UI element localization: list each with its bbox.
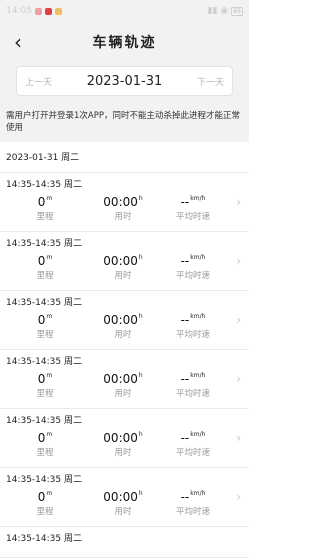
distance-unit: m bbox=[46, 431, 53, 438]
duration-value: 00:00 bbox=[103, 490, 138, 504]
speed-value: -- bbox=[180, 490, 190, 504]
trip-time: 14:35-14:35 周二 bbox=[6, 180, 82, 190]
distance-label: 里程 bbox=[36, 271, 54, 281]
trip-record[interactable]: 14:35-14:35 周二 0m 00:00h --km/h 里程 用时 平均… bbox=[0, 409, 249, 468]
distance-unit: m bbox=[46, 195, 53, 202]
duration-label: 用时 bbox=[114, 271, 132, 281]
duration-unit: h bbox=[138, 195, 143, 202]
date-nav-wrap: 上一天 2023-01-31 下一天 bbox=[0, 62, 249, 96]
trip-time: 14:35-14:35 周二 bbox=[6, 416, 82, 426]
distance-label: 里程 bbox=[36, 507, 54, 517]
duration-unit: h bbox=[138, 431, 143, 438]
distance-label: 里程 bbox=[36, 389, 54, 399]
back-chevron-icon[interactable]: ‹ bbox=[14, 30, 22, 54]
duration-label: 用时 bbox=[114, 389, 132, 399]
chevron-right-icon: › bbox=[236, 313, 241, 327]
duration-value: 00:00 bbox=[103, 313, 138, 327]
trip-record[interactable]: 14:35-14:35 周二 0m 00:00h --km/h 里程 用时 平均… bbox=[0, 173, 249, 232]
duration-value: 00:00 bbox=[103, 431, 138, 445]
notification-icon bbox=[34, 7, 42, 15]
trip-time: 14:35-14:35 周二 bbox=[6, 298, 82, 308]
distance-label: 里程 bbox=[36, 212, 54, 222]
usage-notice: 需用户打开并登录1次APP，同时不能主动杀掉此进程才能正常使用 bbox=[0, 96, 249, 142]
speed-value: -- bbox=[180, 372, 190, 386]
trip-record[interactable]: 14:35-14:35 周二 0m 00:00h --km/h 里程 用时 平均… bbox=[0, 291, 249, 350]
speed-unit: km/h bbox=[190, 195, 206, 202]
speed-unit: km/h bbox=[190, 313, 206, 320]
speed-label: 平均时速 bbox=[175, 507, 210, 517]
clock: 14:05 bbox=[6, 6, 32, 16]
duration-value: 00:00 bbox=[103, 372, 138, 386]
trip-time: 14:35-14:35 周二 bbox=[6, 357, 82, 367]
duration-unit: h bbox=[138, 372, 143, 379]
distance-unit: m bbox=[46, 490, 53, 497]
trip-record[interactable]: 14:35-14:35 周二 0m 00:00h --km/h 里程 用时 平均… bbox=[0, 350, 249, 409]
date-navigator: 上一天 2023-01-31 下一天 bbox=[16, 66, 233, 96]
duration-label: 用时 bbox=[114, 448, 132, 458]
chevron-right-icon: › bbox=[236, 195, 241, 209]
distance-unit: m bbox=[46, 372, 53, 379]
trip-time: 14:35-14:35 周二 bbox=[6, 239, 82, 249]
speed-value: -- bbox=[180, 195, 190, 209]
speed-unit: km/h bbox=[190, 431, 206, 438]
speed-value: -- bbox=[180, 254, 190, 268]
duration-value: 00:00 bbox=[103, 195, 138, 209]
speed-label: 平均时速 bbox=[175, 448, 210, 458]
app-header: ‹ 车辆轨迹 bbox=[0, 22, 249, 62]
speed-unit: km/h bbox=[190, 372, 206, 379]
speed-label: 平均时速 bbox=[175, 330, 210, 340]
distance-unit: m bbox=[46, 254, 53, 261]
duration-label: 用时 bbox=[114, 330, 132, 340]
distance-value: 0 bbox=[37, 313, 46, 327]
distance-value: 0 bbox=[37, 195, 46, 209]
app-icon bbox=[44, 7, 52, 15]
speed-unit: km/h bbox=[190, 490, 206, 497]
trip-record[interactable]: 14:35-14:35 周二 0m 00:00h --km/h 里程 用时 平均… bbox=[0, 468, 249, 527]
list-date-header: 2023-01-31 周二 bbox=[0, 142, 249, 173]
chevron-right-icon: › bbox=[236, 431, 241, 445]
trip-time: 14:35-14:35 周二 bbox=[6, 475, 82, 485]
current-date[interactable]: 2023-01-31 bbox=[87, 74, 163, 89]
speed-label: 平均时速 bbox=[175, 271, 210, 281]
duration-value: 00:00 bbox=[103, 254, 138, 268]
distance-value: 0 bbox=[37, 431, 46, 445]
duration-label: 用时 bbox=[114, 212, 132, 222]
distance-value: 0 bbox=[37, 372, 46, 386]
trip-record[interactable]: 14:35-14:35 周二 0m 00:00h --km/h 里程 用时 平均… bbox=[0, 232, 249, 291]
distance-unit: m bbox=[46, 313, 53, 320]
next-day-button[interactable]: 下一天 bbox=[197, 75, 224, 88]
battery-icon: 65 bbox=[231, 6, 243, 16]
speed-label: 平均时速 bbox=[175, 389, 210, 399]
chevron-right-icon: › bbox=[236, 254, 241, 268]
duration-unit: h bbox=[138, 313, 143, 320]
duration-unit: h bbox=[138, 254, 143, 261]
speed-value: -- bbox=[180, 313, 190, 327]
page-title: 车辆轨迹 bbox=[92, 35, 157, 51]
trip-list: 14:35-14:35 周二 0m 00:00h --km/h 里程 用时 平均… bbox=[0, 173, 249, 558]
app-icon-2 bbox=[54, 7, 62, 15]
status-left: 14:05 bbox=[6, 6, 62, 16]
status-bar: 14:05 ▮▮ ◉ 65 bbox=[0, 0, 249, 22]
duration-unit: h bbox=[138, 490, 143, 497]
distance-value: 0 bbox=[37, 254, 46, 268]
chevron-right-icon: › bbox=[236, 372, 241, 386]
trip-time: 14:35-14:35 周二 bbox=[6, 534, 82, 544]
wifi-icon: ◉ bbox=[220, 6, 229, 16]
distance-value: 0 bbox=[37, 490, 46, 504]
signal-icon: ▮▮ bbox=[207, 6, 218, 16]
chevron-right-icon: › bbox=[236, 490, 241, 504]
distance-label: 里程 bbox=[36, 330, 54, 340]
prev-day-button[interactable]: 上一天 bbox=[25, 75, 52, 88]
speed-value: -- bbox=[180, 431, 190, 445]
trip-record[interactable]: 14:35-14:35 周二 bbox=[0, 527, 249, 558]
speed-label: 平均时速 bbox=[175, 212, 210, 222]
distance-label: 里程 bbox=[36, 448, 54, 458]
speed-unit: km/h bbox=[190, 254, 206, 261]
status-right: ▮▮ ◉ 65 bbox=[208, 6, 243, 16]
duration-label: 用时 bbox=[114, 507, 132, 517]
